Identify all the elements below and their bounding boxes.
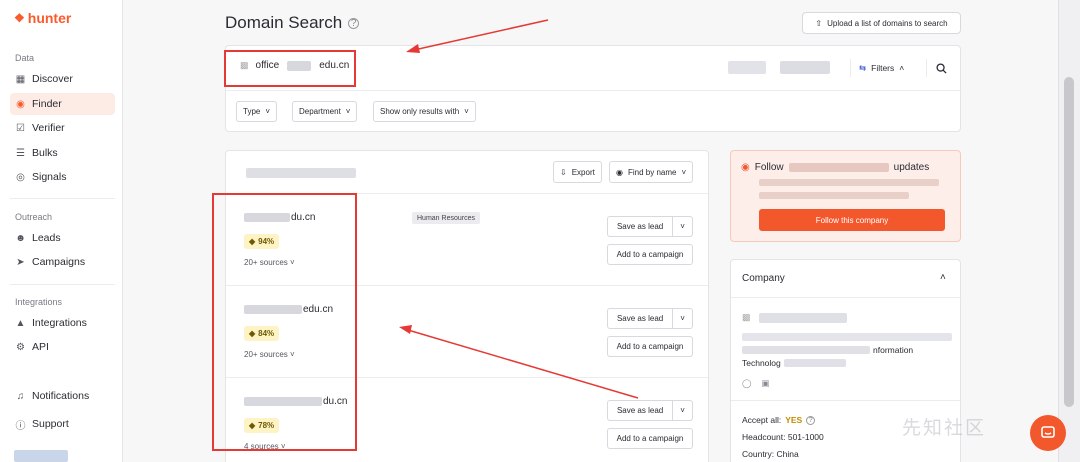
chevron-down-icon: ˅ — [265, 107, 271, 116]
company-title: Company — [742, 273, 785, 284]
signals-icon: ◎ — [16, 171, 25, 183]
scrollbar-thumb[interactable] — [1064, 77, 1074, 407]
export-button[interactable]: ⇩ Export — [553, 161, 602, 183]
sidebar-item-discover[interactable]: ▦ Discover — [10, 68, 115, 90]
hunter-logo[interactable]: ❖ hunter — [14, 10, 71, 26]
department-badge: Human Resources — [412, 212, 480, 224]
user-search-icon: ◉ — [616, 167, 623, 177]
sidebar-item-api[interactable]: ⚙ API — [10, 336, 115, 358]
sidebar-divider — [10, 284, 115, 285]
discover-icon: ▦ — [15, 73, 26, 85]
show-only-results-filter[interactable]: Show only results with ˅ — [373, 101, 476, 122]
bulks-icon: ☰ — [16, 147, 25, 159]
follow-company-card: ◉ Follow updates Follow this company — [730, 150, 961, 242]
linkedin-icon[interactable]: ▣ — [762, 378, 770, 389]
redacted-text — [728, 61, 766, 74]
sidebar-item-campaigns[interactable]: ➤ Campaigns — [10, 251, 115, 273]
sidebar-item-support[interactable]: ⓘ Support — [10, 413, 115, 435]
chevron-up-icon[interactable]: ˄ — [940, 272, 946, 283]
follow-company-button[interactable]: Follow this company — [759, 209, 945, 231]
chevron-down-icon[interactable]: ˅ — [673, 222, 692, 231]
api-icon: ⚙ — [16, 341, 25, 353]
department-filter[interactable]: Department ˅ — [292, 101, 358, 122]
sidebar-item-verifier[interactable]: ☑ Verifier — [10, 117, 115, 139]
verifier-icon: ☑ — [16, 122, 25, 134]
scrollbar[interactable] — [1058, 0, 1080, 462]
sidebar-divider — [10, 198, 115, 199]
section-label-outreach: Outreach — [15, 212, 53, 222]
company-industry: nformation — [742, 345, 913, 355]
chevron-down-icon[interactable]: ˅ — [673, 314, 692, 323]
finder-icon: ◉ — [16, 98, 25, 110]
company-links: ◯ ▣ — [742, 378, 770, 389]
chevron-down-icon: ˅ — [681, 167, 687, 177]
sidebar-item-signals[interactable]: ◎ Signals — [10, 166, 115, 188]
upload-domains-button[interactable]: ⇧ Upload a list of domains to search — [802, 12, 961, 34]
bell-icon: ♫ — [16, 390, 25, 402]
annotation-box-domain — [224, 50, 356, 87]
account-avatar[interactable] — [14, 450, 68, 462]
chat-support-button[interactable] — [1030, 415, 1066, 451]
add-to-campaign-button[interactable]: Add to a campaign — [607, 336, 693, 357]
section-label-integrations: Integrations — [15, 297, 63, 307]
sidebar-item-bulks[interactable]: ☰ Bulks — [10, 142, 115, 164]
headcount: Headcount: 501-1000 — [742, 432, 824, 442]
find-by-name-button[interactable]: ◉ Find by name ˅ — [609, 161, 694, 183]
download-icon: ⇩ — [560, 167, 567, 177]
redacted-text — [783, 359, 846, 367]
leads-icon: ☻ — [15, 232, 26, 244]
redacted-text — [780, 61, 830, 74]
campaigns-icon: ➤ — [16, 256, 25, 268]
company-name: ▩ — [742, 312, 847, 323]
redacted-text — [742, 333, 952, 341]
redacted-text — [759, 179, 939, 186]
divider — [731, 400, 962, 401]
help-icon: ⓘ — [15, 420, 26, 432]
redacted-text — [758, 312, 847, 323]
page-title: Domain Search ? — [225, 13, 360, 33]
save-as-lead-button[interactable]: Save as lead ˅ — [607, 400, 693, 421]
follow-title: ◉ Follow updates — [741, 162, 930, 173]
search-icon — [936, 62, 947, 74]
sidebar: ❖ hunter Data ▦ Discover ◉ Finder ☑ Veri… — [0, 0, 123, 462]
help-icon[interactable]: ? — [348, 17, 360, 29]
app-name: hunter — [27, 10, 72, 26]
hunter-logo-icon: ❖ — [14, 11, 25, 25]
add-to-campaign-button[interactable]: Add to a campaign — [607, 428, 693, 449]
redacted-text — [246, 168, 356, 178]
company-industry-line2: Technolog — [742, 358, 846, 368]
redacted-text — [788, 163, 889, 172]
annotation-box-emails — [212, 193, 357, 451]
sidebar-item-leads[interactable]: ☻ Leads — [10, 227, 115, 249]
watermark-text: 先知社区 — [902, 418, 987, 439]
building-icon: ▩ — [742, 312, 751, 322]
accept-all: Accept all: YES ? — [742, 415, 816, 425]
chevron-up-icon: ˄ — [899, 63, 905, 73]
sidebar-item-notifications[interactable]: ♫ Notifications — [10, 385, 115, 407]
company-header[interactable]: Company ˄ — [731, 260, 962, 298]
upload-icon: ⇧ — [815, 18, 823, 28]
redacted-text — [759, 192, 909, 199]
type-filter[interactable]: Type ˅ — [236, 101, 278, 122]
sidebar-item-integrations[interactable]: ▲ Integrations — [10, 312, 115, 334]
help-icon[interactable]: ? — [806, 415, 816, 425]
sidebar-item-finder[interactable]: ◉ Finder — [10, 93, 115, 115]
chevron-down-icon: ˅ — [345, 107, 351, 116]
section-label-data: Data — [15, 53, 35, 63]
chevron-down-icon[interactable]: ˅ — [673, 406, 692, 415]
filters-button[interactable]: ⇆ Filters ˄ — [850, 59, 914, 77]
filters-icon: ⇆ — [859, 62, 867, 73]
save-as-lead-button[interactable]: Save as lead ˅ — [607, 308, 693, 329]
chevron-down-icon: ˅ — [464, 107, 469, 116]
redacted-text — [742, 346, 870, 354]
save-as-lead-button[interactable]: Save as lead ˅ — [607, 216, 693, 237]
add-to-campaign-button[interactable]: Add to a campaign — [607, 244, 693, 265]
integrations-icon: ▲ — [15, 317, 26, 329]
results-header: ⇩ Export ◉ Find by name ˅ — [226, 151, 708, 194]
globe-icon[interactable]: ◯ — [742, 378, 752, 389]
chat-icon — [1041, 426, 1055, 438]
signal-icon: ◉ — [741, 162, 750, 173]
country: Country: China — [742, 449, 799, 459]
search-button[interactable] — [926, 59, 956, 77]
